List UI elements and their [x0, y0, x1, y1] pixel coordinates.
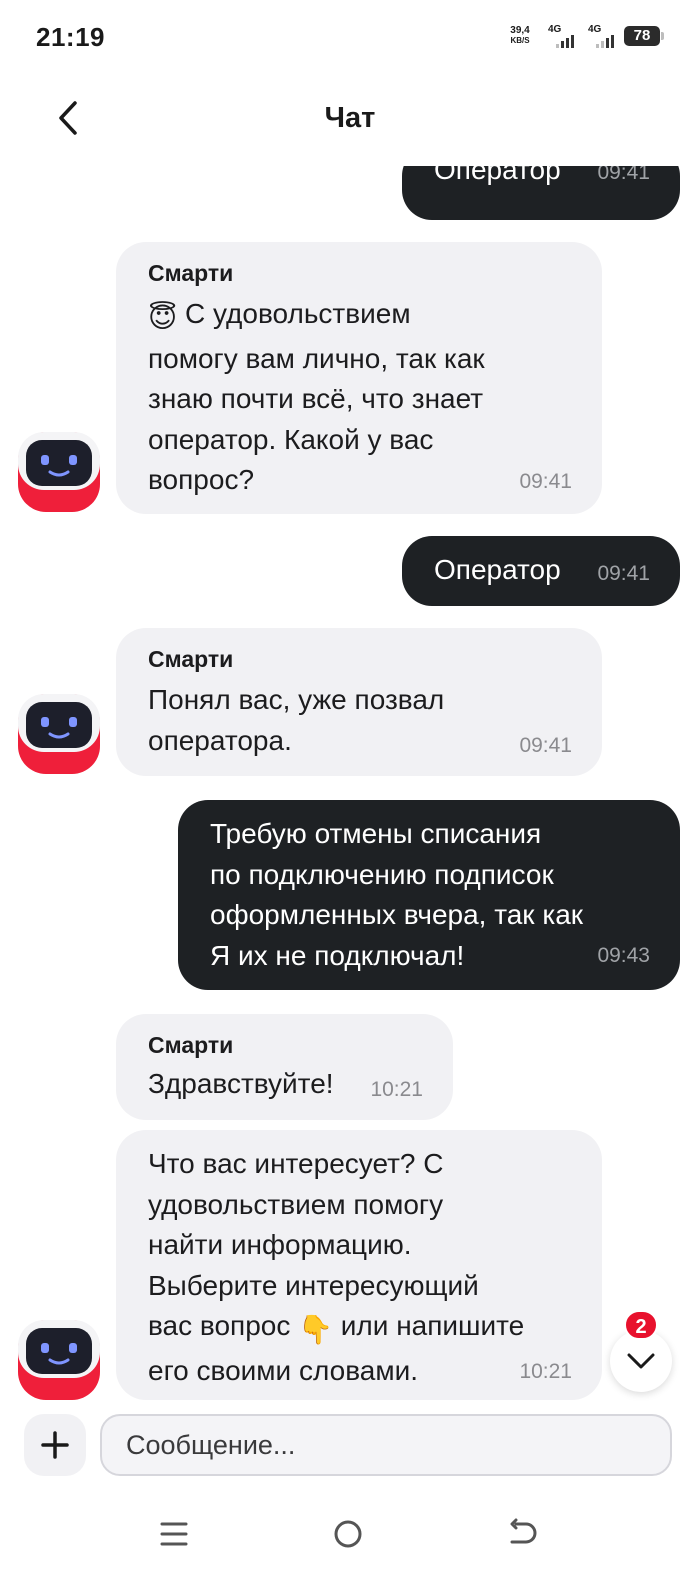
system-nav-bar — [0, 1492, 700, 1579]
message-text: Понял вас, уже позвал оператора. — [148, 684, 445, 756]
network-speed: 39,4 KB/S — [510, 25, 530, 46]
back-nav-button[interactable] — [492, 1510, 552, 1558]
home-button[interactable] — [318, 1510, 378, 1558]
unread-count-badge: 2 — [624, 1310, 658, 1340]
message-text: Оператор — [434, 166, 561, 185]
home-icon — [334, 1520, 362, 1548]
message-time: 09:41 — [519, 470, 572, 493]
incoming-message[interactable]: Смарти 😇 С удовольствием помогу вам личн… — [116, 242, 602, 514]
message-time: 10:21 — [370, 1078, 423, 1101]
signal-icon: 4G — [544, 24, 574, 48]
bot-avatar — [18, 694, 100, 774]
message-text: Здравствуйте! — [148, 1068, 334, 1099]
status-icons: 39,4 KB/S 4G 4G 78 — [506, 24, 664, 48]
chat-messages[interactable]: Оператор 09:41 Смарти 😇 С удовольствием … — [0, 166, 700, 1402]
outgoing-message[interactable]: Требую отмены списания по подключению по… — [178, 800, 680, 990]
plus-icon — [41, 1431, 69, 1459]
page-title: Чат — [324, 102, 376, 134]
message-time: 09:41 — [597, 562, 650, 585]
status-bar: 21:19 39,4 KB/S 4G 4G 78 — [0, 0, 700, 72]
sender-name: Смарти — [148, 260, 234, 286]
signal-icon: 4G — [584, 24, 614, 48]
message-composer — [0, 1410, 700, 1482]
message-input[interactable] — [100, 1414, 672, 1476]
message-time: 10:21 — [519, 1360, 572, 1383]
status-time: 21:19 — [36, 22, 105, 52]
chevron-down-icon — [627, 1353, 655, 1369]
battery-icon: 78 — [624, 26, 664, 46]
message-text: Что вас интересует? С удовольствием помо… — [148, 1148, 525, 1386]
sender-name: Смарти — [148, 1032, 234, 1058]
smiling-halo-emoji-icon: 😇 — [148, 302, 178, 333]
message-text: Оператор — [434, 554, 561, 585]
outgoing-message[interactable]: Оператор 09:41 — [402, 536, 680, 606]
message-text: 😇 С удовольствием помогу вам лично, так … — [148, 298, 485, 495]
message-time: 09:41 — [519, 734, 572, 757]
menu-icon — [160, 1522, 188, 1546]
sender-name: Смарти — [148, 646, 234, 672]
menu-button[interactable] — [144, 1510, 204, 1558]
message-time: 09:43 — [597, 944, 650, 967]
bot-avatar — [18, 432, 100, 512]
outgoing-message[interactable]: Оператор 09:41 — [402, 166, 680, 220]
incoming-message[interactable]: Смарти Понял вас, уже позвал оператора. … — [116, 628, 602, 776]
bot-avatar — [18, 1320, 100, 1400]
back-icon — [510, 1518, 537, 1544]
message-text: Требую отмены списания по подключению по… — [210, 818, 584, 971]
chat-header: Чат — [0, 80, 700, 160]
attach-button[interactable] — [24, 1414, 86, 1476]
incoming-message[interactable]: Что вас интересует? С удовольствием помо… — [116, 1130, 602, 1400]
pointing-down-emoji-icon: 👇 — [298, 1314, 334, 1345]
message-time: 09:41 — [597, 166, 650, 184]
incoming-message[interactable]: Смарти Здравствуйте! 10:21 — [116, 1014, 453, 1120]
